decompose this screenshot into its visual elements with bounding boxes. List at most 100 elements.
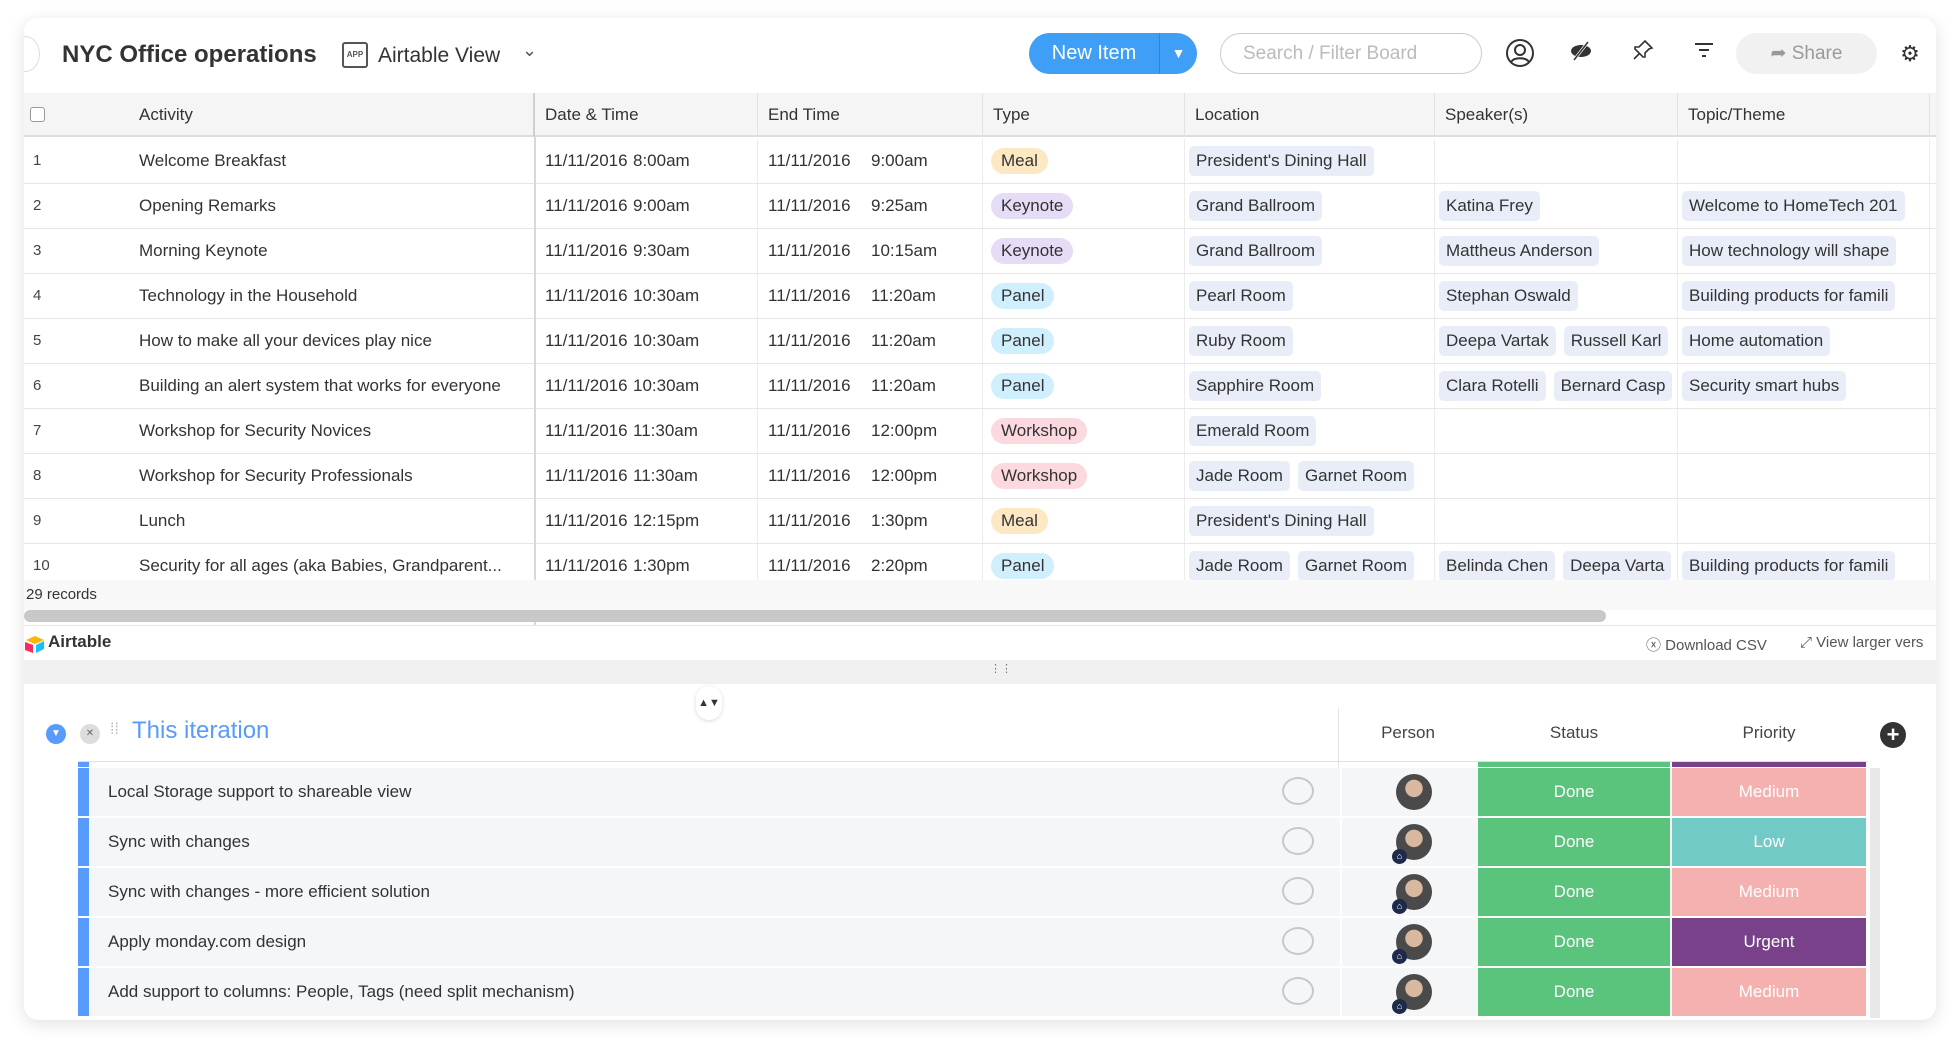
date-cell[interactable]: 11/11/2016 11:30am — [535, 454, 758, 498]
item-name[interactable]: Sync with changes - more efficient solut… — [108, 868, 430, 916]
column-header-speakers[interactable]: Speaker(s) — [1435, 93, 1678, 137]
end-time-cell[interactable]: 11/11/2016 11:20am — [758, 274, 983, 318]
item-name[interactable]: Apply monday.com design — [108, 918, 306, 966]
type-cell[interactable]: Panel — [983, 319, 1185, 363]
speakers-cell[interactable] — [1435, 454, 1678, 498]
location-cell[interactable]: Grand Ballroom — [1185, 229, 1435, 273]
board-item-row[interactable]: Apply monday.com design ⌂ Done Urgent — [24, 918, 1936, 968]
type-cell[interactable]: Keynote — [983, 229, 1185, 273]
column-header-type[interactable]: Type — [983, 93, 1185, 137]
avatar[interactable]: ⌂ — [1392, 924, 1432, 964]
speakers-cell[interactable]: Deepa Vartak Russell Karl — [1435, 319, 1678, 363]
date-cell[interactable]: 11/11/2016 8:00am — [535, 139, 758, 183]
priority-cell[interactable]: Urgent — [1672, 918, 1866, 966]
chevron-down-icon[interactable]: ⌄ — [522, 40, 537, 61]
speakers-cell[interactable] — [1435, 499, 1678, 543]
type-cell[interactable]: Keynote — [983, 184, 1185, 228]
sidebar-toggle[interactable] — [24, 36, 40, 72]
column-header-date[interactable]: Date & Time — [535, 93, 758, 137]
location-cell[interactable]: Grand Ballroom — [1185, 184, 1435, 228]
drag-handle-icon[interactable]: ⁞⁞ — [110, 721, 119, 739]
column-header-location[interactable]: Location — [1185, 93, 1435, 137]
select-all-checkbox[interactable] — [30, 107, 45, 122]
search-input[interactable] — [1220, 33, 1482, 74]
topic-cell[interactable]: Home automation — [1678, 319, 1930, 363]
table-row[interactable]: 7 Workshop for Security Novices 11/11/2016… — [24, 409, 1936, 454]
filter-icon[interactable] — [1688, 38, 1720, 70]
location-cell[interactable]: Ruby Room — [1185, 319, 1435, 363]
topic-cell[interactable]: Building products for famili — [1678, 274, 1930, 318]
table-row[interactable]: 6 Building an alert system that works for… — [24, 364, 1936, 409]
type-cell[interactable]: Panel — [983, 364, 1185, 408]
topic-cell[interactable] — [1678, 409, 1930, 453]
topic-cell[interactable]: Security smart hubs — [1678, 364, 1930, 408]
person-icon[interactable] — [1504, 38, 1536, 70]
board-item-row[interactable]: Local Storage support to shareable view D… — [24, 768, 1936, 818]
board-item-row[interactable]: Sync with changes - more efficient solut… — [24, 868, 1936, 918]
item-name[interactable]: Add support to columns: People, Tags (ne… — [108, 968, 575, 1016]
pin-icon[interactable] — [1627, 38, 1659, 70]
table-row[interactable]: 3 Morning Keynote 11/11/2016 9:30am 11/11/20… — [24, 229, 1936, 274]
type-cell[interactable]: Meal — [983, 499, 1185, 543]
end-time-cell[interactable]: 11/11/2016 12:00pm — [758, 454, 983, 498]
gear-icon[interactable]: ⚙ — [1894, 38, 1926, 70]
avatar[interactable]: ⌂ — [1392, 874, 1432, 914]
table-row[interactable]: 4 Technology in the Household 11/11/2016 10… — [24, 274, 1936, 319]
download-csv-link[interactable]: ⓧ Download CSV — [1646, 634, 1767, 655]
activity-cell[interactable]: Workshop for Security Novices — [84, 409, 535, 453]
column-header-person[interactable]: Person — [1340, 723, 1476, 743]
activity-cell[interactable]: Welcome Breakfast — [84, 139, 535, 183]
status-cell[interactable]: Done — [1478, 768, 1670, 816]
priority-cell[interactable]: Medium — [1672, 968, 1866, 1016]
status-cell[interactable]: Done — [1478, 868, 1670, 916]
view-selector[interactable]: Airtable View — [378, 42, 500, 70]
table-row[interactable]: 5 How to make all your devices play nice 1… — [24, 319, 1936, 364]
activity-cell[interactable]: Lunch — [84, 499, 535, 543]
comment-icon[interactable] — [1282, 777, 1314, 805]
date-cell[interactable]: 11/11/2016 9:00am — [535, 184, 758, 228]
topic-cell[interactable]: Welcome to HomeTech 201 — [1678, 184, 1930, 228]
chevron-down-icon[interactable]: ▼ — [1159, 33, 1197, 74]
type-cell[interactable]: Workshop — [983, 409, 1185, 453]
date-cell[interactable]: 11/11/2016 11:30am — [535, 409, 758, 453]
new-item-button[interactable]: New Item ▼ — [1029, 33, 1197, 74]
type-cell[interactable]: Meal — [983, 139, 1185, 183]
location-cell[interactable]: President's Dining Hall — [1185, 499, 1435, 543]
end-time-cell[interactable]: 11/11/2016 11:20am — [758, 364, 983, 408]
share-button[interactable]: ➦ Share — [1736, 33, 1877, 74]
table-row[interactable]: 9 Lunch 11/11/2016 12:15pm 11/11/2016 1:30pm M… — [24, 499, 1936, 544]
comment-icon[interactable] — [1282, 927, 1314, 955]
speakers-cell[interactable] — [1435, 409, 1678, 453]
speakers-cell[interactable]: Stephan Oswald — [1435, 274, 1678, 318]
activity-cell[interactable]: Morning Keynote — [84, 229, 535, 273]
location-cell[interactable]: Sapphire Room — [1185, 364, 1435, 408]
avatar[interactable]: ⌂ — [1392, 824, 1432, 864]
priority-cell[interactable]: Medium — [1672, 868, 1866, 916]
hide-eye-icon[interactable] — [1565, 38, 1597, 70]
priority-cell[interactable]: Low — [1672, 818, 1866, 866]
comment-icon[interactable] — [1282, 827, 1314, 855]
date-cell[interactable]: 11/11/2016 12:15pm — [535, 499, 758, 543]
column-header-activity[interactable]: Activity — [84, 93, 535, 137]
priority-cell[interactable]: Medium — [1672, 768, 1866, 816]
date-cell[interactable]: 11/11/2016 10:30am — [535, 364, 758, 408]
type-cell[interactable]: Workshop — [983, 454, 1185, 498]
location-cell[interactable]: Pearl Room — [1185, 274, 1435, 318]
topic-cell[interactable] — [1678, 139, 1930, 183]
end-time-cell[interactable]: 11/11/2016 10:15am — [758, 229, 983, 273]
speakers-cell[interactable]: Mattheus Anderson — [1435, 229, 1678, 273]
board-item-row[interactable]: Add support to columns: People, Tags (ne… — [24, 968, 1936, 1018]
end-time-cell[interactable]: 11/11/2016 12:00pm — [758, 409, 983, 453]
board-item-row[interactable]: Sync with changes ⌂ Done Low — [24, 818, 1936, 868]
activity-cell[interactable]: Opening Remarks — [84, 184, 535, 228]
end-time-cell[interactable]: 11/11/2016 9:00am — [758, 139, 983, 183]
status-cell[interactable]: Done — [1478, 918, 1670, 966]
column-header-end-time[interactable]: End Time — [758, 93, 983, 137]
group-title[interactable]: This iteration — [132, 717, 269, 745]
end-time-cell[interactable]: 11/11/2016 11:20am — [758, 319, 983, 363]
date-cell[interactable]: 11/11/2016 10:30am — [535, 274, 758, 318]
location-cell[interactable]: Emerald Room — [1185, 409, 1435, 453]
topic-cell[interactable] — [1678, 499, 1930, 543]
location-cell[interactable]: President's Dining Hall — [1185, 139, 1435, 183]
horizontal-scrollbar[interactable] — [24, 610, 1606, 622]
